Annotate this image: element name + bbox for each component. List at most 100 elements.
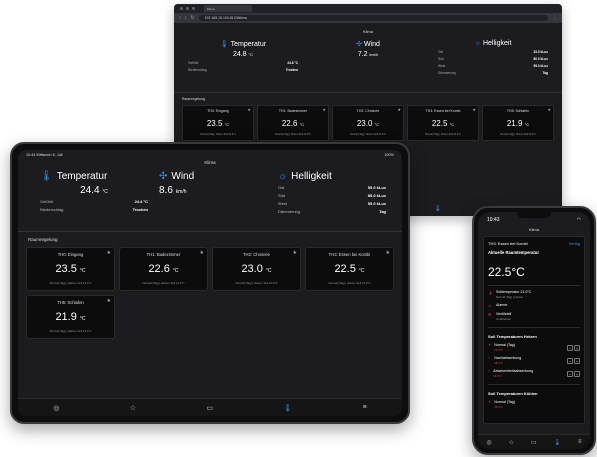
back-icon[interactable]: ‹ bbox=[179, 15, 181, 21]
wind-value: 7.2 bbox=[357, 51, 368, 58]
room-name: TH5: Schlafen bbox=[506, 109, 530, 113]
star-icon[interactable]: ☆ bbox=[509, 439, 514, 446]
window-minimize-dot[interactable] bbox=[186, 7, 189, 10]
thermometer-icon: 🌡 bbox=[488, 290, 494, 295]
star-icon[interactable]: ★ bbox=[386, 250, 390, 256]
divider bbox=[488, 285, 580, 286]
alarm-item[interactable]: ⚠ Alarme bbox=[488, 303, 580, 308]
thermometer-icon: 🌡 bbox=[219, 41, 229, 48]
reload-icon[interactable]: ↻ bbox=[190, 15, 194, 21]
weather-summary: 🌡 Temperatur 24.8 °C Gefühlt 24.8 °C Nied… bbox=[174, 34, 562, 92]
row-value: 55.0 kLux bbox=[367, 201, 386, 206]
star-icon[interactable]: ★ bbox=[293, 250, 297, 256]
star-icon[interactable]: ★ bbox=[107, 250, 111, 256]
section-title: Raumregelung bbox=[182, 97, 205, 101]
star-icon[interactable]: ★ bbox=[107, 298, 111, 304]
item-label: Solltemperatur 21.0°C bbox=[496, 290, 532, 294]
status-battery: 100% bbox=[384, 153, 394, 157]
room-card[interactable]: ★ TH5: Schlafen 21.9 °C Normal (Tag) | Heiz… bbox=[482, 105, 554, 141]
room-temp: 23.5 bbox=[55, 263, 77, 275]
history-link[interactable]: Verlag bbox=[569, 241, 580, 246]
star-icon[interactable]: ★ bbox=[247, 107, 251, 112]
status-time: 10:44 Mittwoch 6. Juli bbox=[26, 153, 63, 157]
brightness-label: Helligkeit bbox=[482, 40, 512, 47]
temperature-unit: °C bbox=[248, 52, 254, 57]
tablet-device: 10:44 Mittwoch 6. Juli 100% Klima 🌡 Tempe… bbox=[10, 142, 410, 424]
row-value: 21.0°C bbox=[494, 348, 503, 352]
room-status: Normal (Tag) | Heizen Soll 21.0°C bbox=[275, 133, 311, 136]
valve-icon: ⚙ bbox=[488, 312, 492, 317]
valve-item[interactable]: ⚙ Ventilstell Großbetrieb bbox=[488, 312, 580, 321]
room-temp: 22.6 bbox=[148, 263, 170, 275]
decrease-button[interactable]: − bbox=[567, 370, 573, 377]
room-temp: 22.5 bbox=[431, 119, 448, 128]
temperature-unit: °C bbox=[102, 189, 108, 195]
increase-button[interactable]: + bbox=[574, 357, 580, 364]
window-close-dot[interactable] bbox=[180, 7, 183, 10]
wind-label: Wind bbox=[363, 41, 380, 48]
menu-icon[interactable]: ⋮ bbox=[552, 15, 557, 21]
room-temp: 21.9 bbox=[55, 311, 77, 323]
forward-icon[interactable]: › bbox=[185, 15, 187, 21]
star-icon[interactable]: ★ bbox=[322, 107, 326, 112]
divider bbox=[488, 327, 580, 328]
wind-block: ✣ Wind 8.6 km/h bbox=[159, 171, 267, 231]
browser-tab[interactable]: Klima bbox=[204, 5, 252, 12]
room-card[interactable]: ★ TH3: Essen bei Kombi 22.5 °C Normal (Tag)… bbox=[407, 105, 479, 141]
sun-icon: ☀ bbox=[488, 343, 492, 347]
room-card[interactable]: ★ TH2: Chminée 23.0 °C Normal (Tag) | Heize… bbox=[332, 105, 404, 141]
heating-row: ☾ Nachtabsenkung 18.0°C − + bbox=[488, 356, 580, 365]
url-field[interactable]: 192.168.10.100:8123/klima bbox=[198, 15, 548, 21]
row-value: 18.0°C bbox=[494, 361, 503, 365]
room-card[interactable]: ★ TH2: Chminée 23.0 °C Normal (Tag) | Heize… bbox=[212, 247, 301, 291]
temperature-value: 24.8 bbox=[232, 51, 247, 58]
row-label: Dämmerung bbox=[438, 71, 456, 75]
item-label: Ventilstell bbox=[496, 312, 512, 316]
thermometer-icon[interactable]: 🌡 bbox=[283, 404, 292, 412]
decrease-button[interactable]: − bbox=[567, 357, 573, 364]
room-temp: 21.9 bbox=[506, 119, 523, 128]
room-card[interactable]: ★ TH0: Eingang 23.5 °C Normal (Tag) | Heize… bbox=[182, 105, 254, 141]
room-name: TH3: Essen bei Kombi bbox=[328, 252, 371, 257]
cooling-row: ☀ Normal (Tag) 25.0°C bbox=[488, 400, 580, 409]
row-label: Abwesenheitsabsenkung bbox=[493, 369, 534, 373]
page-title: Klima bbox=[528, 227, 539, 232]
thermometer-icon[interactable]: 🌡 bbox=[553, 439, 561, 446]
star-icon[interactable]: ★ bbox=[472, 107, 476, 112]
row-value: 24.8 °C bbox=[287, 61, 298, 65]
thermometer-icon[interactable]: 🌡 bbox=[434, 205, 442, 212]
star-icon[interactable]: ★ bbox=[397, 107, 401, 112]
screen-icon[interactable]: ▭ bbox=[531, 439, 537, 446]
brightness-block: ☼ Helligkeit Ost 33.0 kLux Süd 80.0 kLux W… bbox=[438, 40, 548, 92]
room-card[interactable]: ★ TH5: Schlafen 21.9 °C Normal (Tag) | Heiz… bbox=[26, 295, 115, 339]
row-label: West bbox=[438, 64, 446, 68]
row-value: 25.0°C bbox=[494, 405, 503, 409]
room-card[interactable]: ★ TH1: Badezimmer 22.6 °C Normal (Tag) | He… bbox=[257, 105, 329, 141]
phone-notch bbox=[517, 212, 551, 218]
heating-row: ☀ Normal (Tag) 21.0°C − + bbox=[488, 343, 580, 352]
globe-icon[interactable]: ◎ bbox=[53, 404, 59, 412]
room-temp: 23.5 bbox=[206, 119, 223, 128]
screen-icon[interactable]: ▭ bbox=[206, 404, 213, 412]
temperature-value: 24.4 bbox=[80, 185, 100, 196]
current-temp-value: 22.5°C bbox=[488, 265, 525, 279]
increase-button[interactable]: + bbox=[574, 344, 580, 351]
room-card[interactable]: ★ TH1: Badezimmer 22.6 °C Normal (Tag) | He… bbox=[119, 247, 208, 291]
status-time: 10:43 bbox=[487, 217, 500, 223]
menu-icon[interactable]: ≡ bbox=[363, 404, 367, 411]
row-label: Süd bbox=[278, 193, 286, 198]
room-card[interactable]: ★ TH3: Essen bei Kombi 22.5 °C Normal (Tag)… bbox=[305, 247, 394, 291]
menu-icon[interactable]: ≡ bbox=[578, 439, 582, 445]
star-icon[interactable]: ★ bbox=[200, 250, 204, 256]
increase-button[interactable]: + bbox=[574, 370, 580, 377]
room-name: TH1: Badezimmer bbox=[146, 252, 181, 257]
star-icon[interactable]: ★ bbox=[547, 107, 551, 112]
star-icon[interactable]: ☆ bbox=[130, 404, 136, 412]
item-sub: Normal (Tag) | Heizen bbox=[496, 295, 524, 299]
room-temp: 23.0 bbox=[356, 119, 373, 128]
window-maximize-dot[interactable] bbox=[192, 7, 195, 10]
setpoint-item[interactable]: 🌡 Solltemperatur 21.0°C Normal (Tag) | Hei… bbox=[488, 290, 580, 299]
decrease-button[interactable]: − bbox=[567, 344, 573, 351]
room-card[interactable]: ★ TH0: Eingang 23.5 °C Normal (Tag) | Heize… bbox=[26, 247, 115, 291]
globe-icon[interactable]: ◎ bbox=[486, 439, 491, 446]
